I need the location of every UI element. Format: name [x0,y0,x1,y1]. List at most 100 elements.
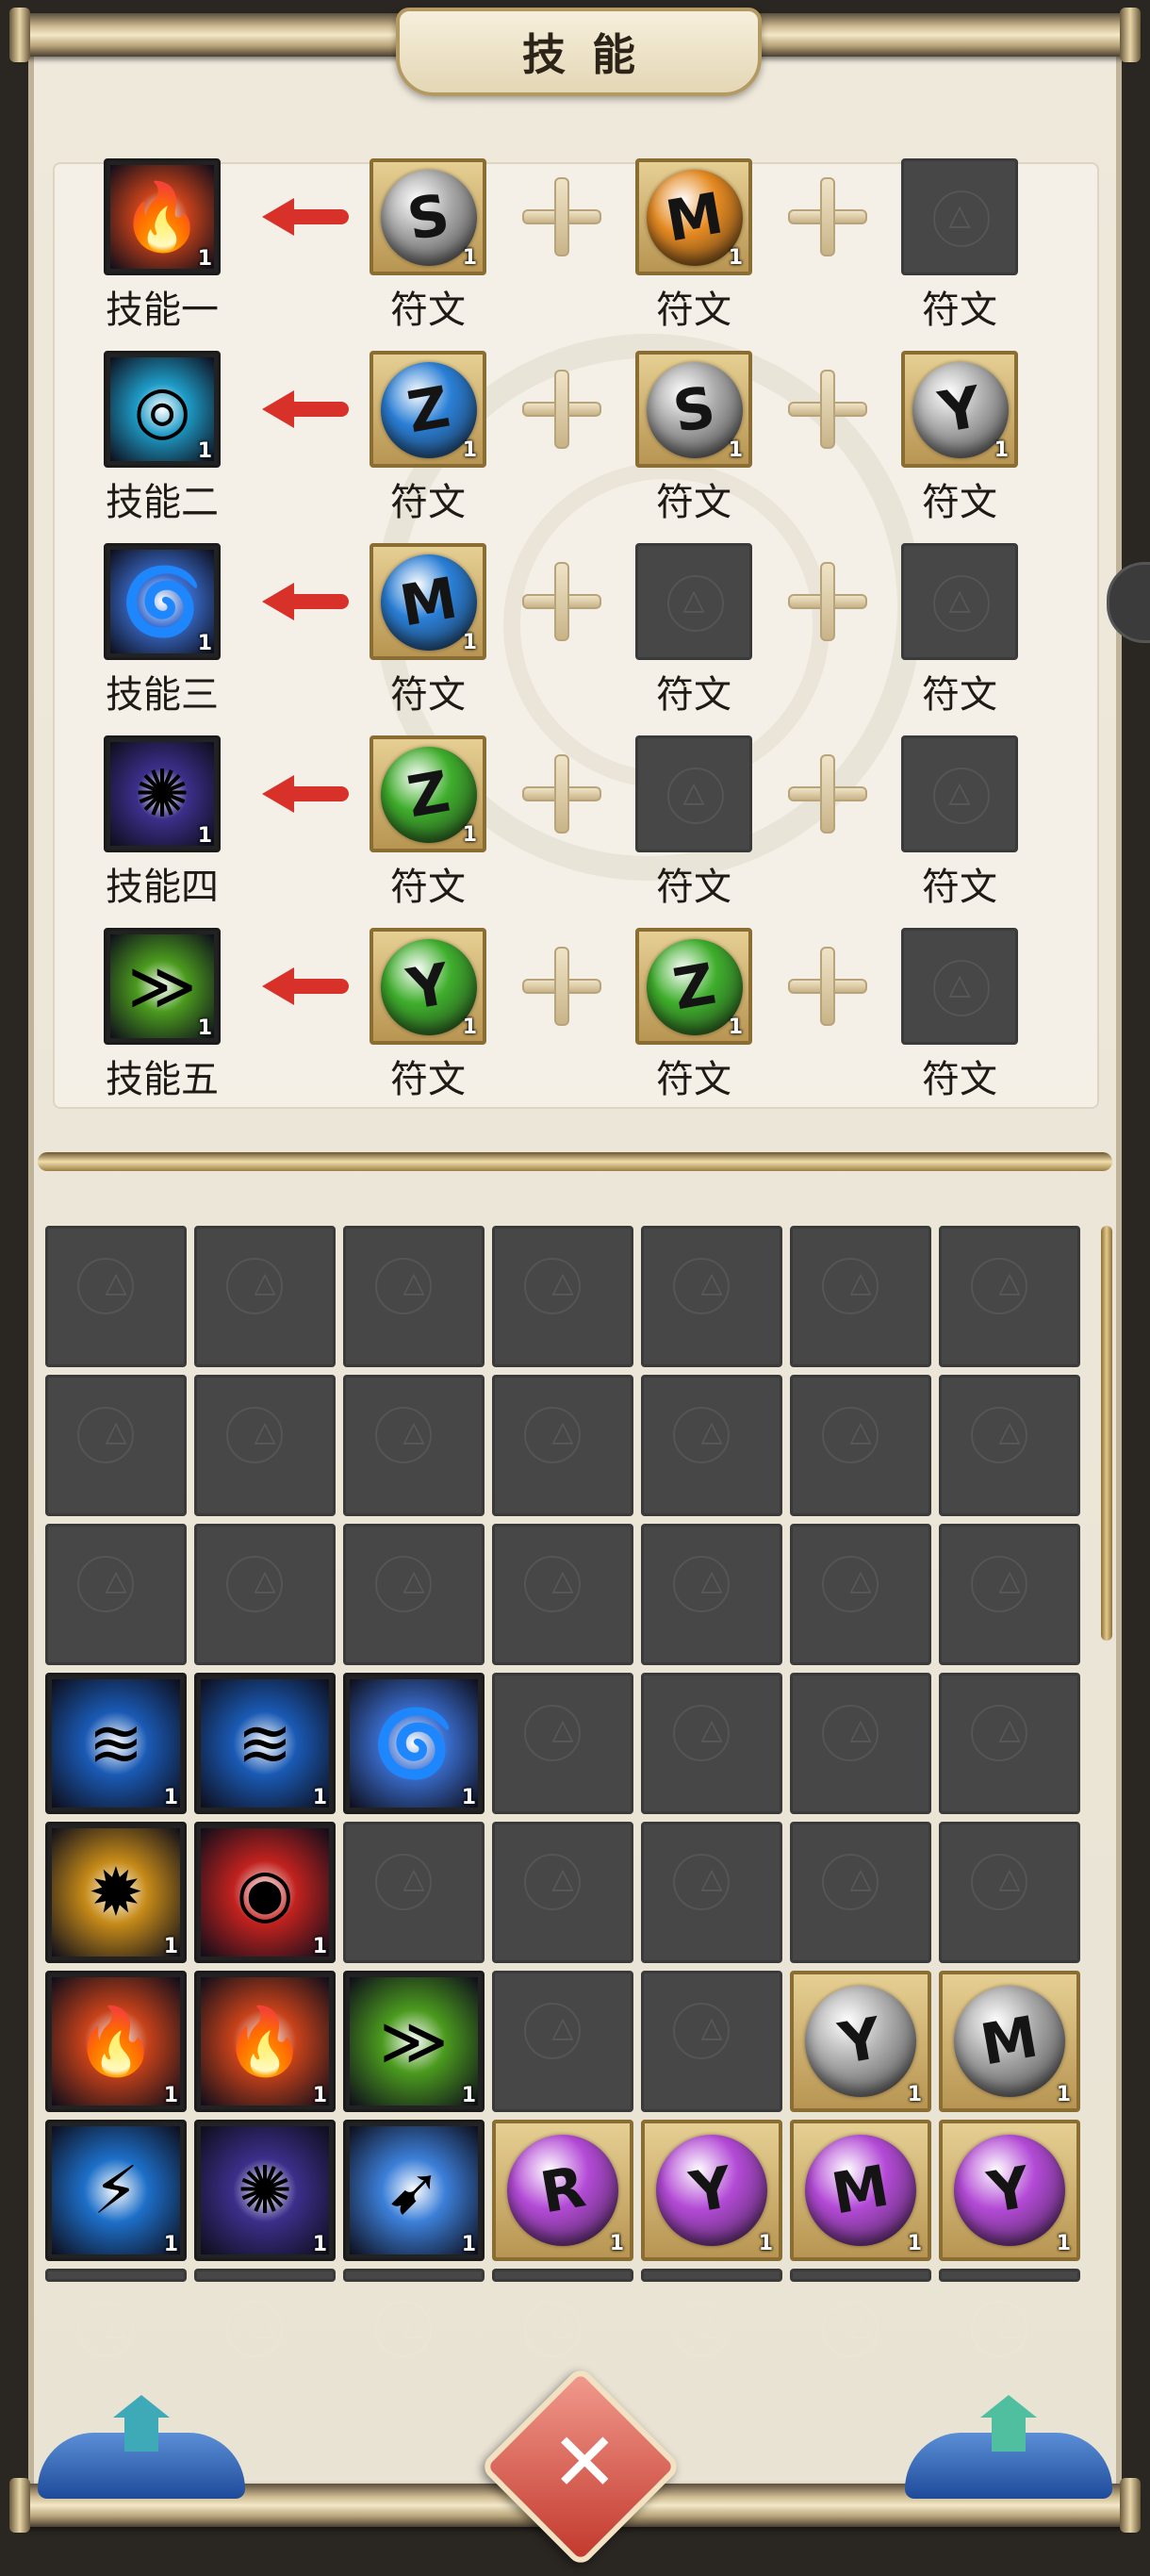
empty-inventory-slot[interactable] [939,1822,1080,1963]
inventory-skill-slot[interactable]: ➹ 1 [343,2120,485,2261]
right-wave-decoration [905,2395,1112,2499]
inventory-skill-slot[interactable]: ✺ 1 [194,2120,336,2261]
inventory-skill-slot[interactable]: ≫ 1 [343,1971,485,2112]
empty-inventory-slot[interactable] [939,1226,1080,1367]
skill-name-label: 技能五 [106,1058,219,1101]
quantity-badge: 1 [462,1016,477,1039]
empty-inventory-slot[interactable] [641,2269,782,2357]
empty-inventory-slot[interactable] [343,1375,485,1516]
inventory-skill-slot[interactable]: ≋ 1 [45,1673,187,1814]
skill-slot-1[interactable]: 🔥 1 [104,158,221,275]
rune-slot[interactable]: Z1 [370,735,486,852]
inventory-skill-slot[interactable]: ✹ 1 [45,1822,187,1963]
empty-inventory-slot[interactable] [343,2269,485,2357]
inventory-skill-slot[interactable]: ≋ 1 [194,1673,336,1814]
rune-label: 符文 [656,1058,731,1101]
rune-slot[interactable]: S1 [635,351,752,468]
empty-inventory-slot[interactable] [45,1524,187,1665]
rune-slot[interactable]: Z1 [370,351,486,468]
inventory-rune-slot[interactable]: Y1 [939,2120,1080,2261]
inventory-rune-slot[interactable]: M1 [790,2120,931,2261]
empty-rune-slot[interactable] [901,543,1018,660]
skill-slot-5[interactable]: ≫ 1 [104,928,221,1045]
empty-inventory-slot[interactable] [641,1971,782,2112]
empty-inventory-slot[interactable] [790,1226,931,1367]
storm-slash-icon-glyph: ≋ [88,1705,144,1782]
rune-slot[interactable]: Z1 [635,928,752,1045]
empty-inventory-slot[interactable] [492,1375,633,1516]
inventory-rune-slot[interactable]: Y1 [790,1971,931,2112]
empty-inventory-slot[interactable] [790,1673,931,1814]
inventory-rune-slot[interactable]: R1 [492,2120,633,2261]
empty-inventory-slot[interactable] [939,1375,1080,1516]
empty-inventory-slot[interactable] [492,2269,633,2357]
empty-inventory-slot[interactable] [45,2269,187,2357]
empty-inventory-slot[interactable] [194,1375,336,1516]
empty-inventory-slot[interactable] [641,1226,782,1367]
plus-icon [522,947,601,1026]
plus-icon [522,370,601,449]
empty-inventory-slot[interactable] [343,1822,485,1963]
empty-rune-slot[interactable] [635,735,752,852]
empty-rune-slot[interactable] [901,928,1018,1045]
inventory-rune-slot[interactable]: Y1 [641,2120,782,2261]
empty-inventory-slot[interactable] [790,1822,931,1963]
rune-label: 符文 [922,481,997,524]
empty-inventory-slot[interactable] [790,1524,931,1665]
rune-slot[interactable]: M1 [635,158,752,275]
golden-strike-icon: ✹ [52,1828,180,1957]
skill-slot-3[interactable]: 🌀 1 [104,543,221,660]
rune-slot[interactable]: Y1 [901,351,1018,468]
inventory-skill-slot[interactable]: ⚡ 1 [45,2120,187,2261]
skill-name-label: 技能四 [106,866,219,909]
empty-inventory-slot[interactable] [343,1524,485,1665]
arrow-left-icon [262,198,349,236]
skill-slot-4[interactable]: ✺ 1 [104,735,221,852]
spear-thrust-icon: ➹ [350,2126,478,2254]
empty-inventory-slot[interactable] [194,2269,336,2357]
empty-rune-slot[interactable] [901,735,1018,852]
inventory-skill-slot[interactable]: 🔥 1 [45,1971,187,2112]
inventory-skill-slot[interactable]: 🌀 1 [343,1673,485,1814]
empty-inventory-slot[interactable] [343,1226,485,1367]
empty-inventory-slot[interactable] [790,1375,931,1516]
rune-glyph: Y [934,373,987,447]
empty-inventory-slot[interactable] [641,1375,782,1516]
empty-rune-slot[interactable] [901,158,1018,275]
empty-inventory-slot[interactable] [492,1673,633,1814]
empty-inventory-slot[interactable] [492,1524,633,1665]
rune-label: 符文 [922,673,997,717]
empty-inventory-slot[interactable] [641,1822,782,1963]
empty-inventory-slot[interactable] [45,1226,187,1367]
empty-inventory-slot[interactable] [492,1822,633,1963]
empty-inventory-slot[interactable] [641,1673,782,1814]
rune-glyph: Z [668,950,721,1024]
empty-inventory-slot[interactable] [939,2269,1080,2357]
rune-slot[interactable]: S1 [370,158,486,275]
rune-slot[interactable]: M1 [370,543,486,660]
empty-rune-slot[interactable] [635,543,752,660]
empty-inventory-slot[interactable] [492,1971,633,2112]
empty-inventory-slot[interactable] [194,1226,336,1367]
arrow-left-icon [262,775,349,813]
rune-glyph: Y [834,2005,887,2078]
rune-label: 符文 [922,866,997,909]
empty-inventory-slot[interactable] [790,2269,931,2357]
inventory-skill-slot[interactable]: ◉ 1 [194,1822,336,1963]
vortex-icon-glyph: ✺ [237,2152,293,2229]
empty-inventory-slot[interactable] [45,1375,187,1516]
skill-slot-2[interactable]: ◎ 1 [104,351,221,468]
empty-inventory-slot[interactable] [641,1524,782,1665]
empty-inventory-slot[interactable] [492,1226,633,1367]
quantity-badge: 1 [163,1935,178,1958]
water-ring-icon-glyph: ◎ [133,371,191,448]
inventory-scrollbar[interactable] [1101,1226,1112,1641]
whirlwind-icon-glyph: 🌀 [372,1705,455,1782]
empty-inventory-slot[interactable] [194,1524,336,1665]
inventory-rune-slot[interactable]: M1 [939,1971,1080,2112]
empty-inventory-slot[interactable] [939,1673,1080,1814]
quantity-badge: 1 [758,2232,773,2255]
inventory-skill-slot[interactable]: 🔥 1 [194,1971,336,2112]
empty-inventory-slot[interactable] [939,1524,1080,1665]
rune-slot[interactable]: Y1 [370,928,486,1045]
